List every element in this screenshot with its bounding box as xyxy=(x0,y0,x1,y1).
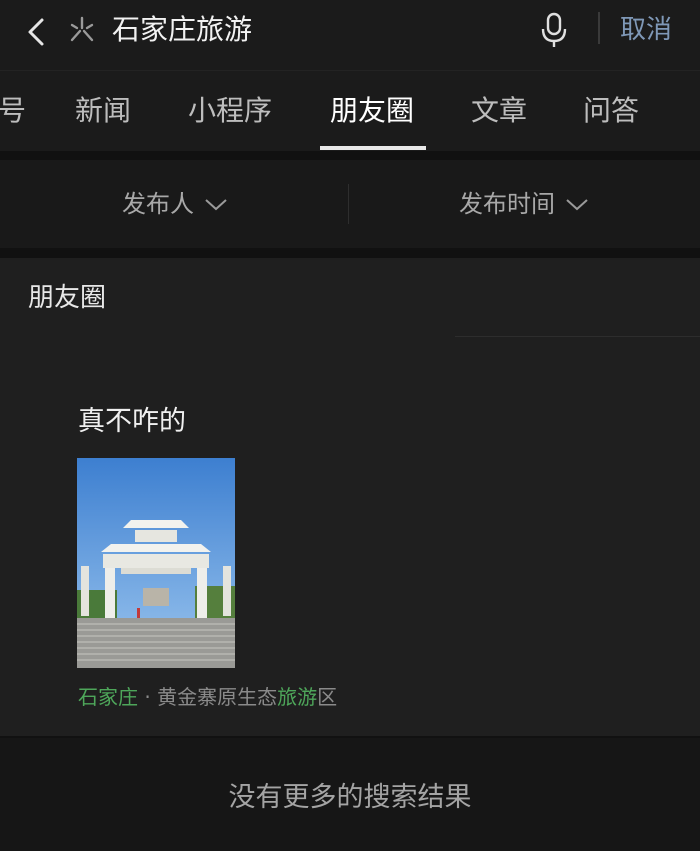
search-input[interactable]: 石家庄旅游 xyxy=(112,12,252,48)
post-photo[interactable] xyxy=(77,458,235,668)
post-text[interactable]: 真不咋的 xyxy=(78,402,186,442)
no-more-results-text: 没有更多的搜索结果 xyxy=(228,782,472,813)
chevron-down-icon xyxy=(566,199,588,211)
tab-articles[interactable]: 文章 xyxy=(471,89,527,133)
back-arrow-icon[interactable] xyxy=(18,12,58,52)
publish-time-filter[interactable]: 发布时间 xyxy=(459,182,589,226)
category-tabs: 号 新闻 小程序 朋友圈 文章 问答 xyxy=(0,70,700,151)
active-tab-indicator xyxy=(320,146,426,150)
tab-moments[interactable]: 朋友圈 xyxy=(330,89,414,133)
publisher-filter-label: 发布人 xyxy=(122,190,194,218)
results-footer: 没有更多的搜索结果 xyxy=(0,738,700,851)
location-highlight: 石家庄 xyxy=(78,685,138,709)
microphone-icon[interactable] xyxy=(536,10,572,50)
location-highlight: 旅游 xyxy=(277,685,318,709)
sparkle-search-icon xyxy=(70,16,94,42)
section-title: 朋友圈 xyxy=(28,283,107,313)
stone-gate-photo xyxy=(77,458,235,668)
location-text: 区 xyxy=(317,685,338,709)
post-location[interactable]: 石家庄 · 黄金寨原生态旅游区 xyxy=(78,682,337,712)
chevron-down-icon xyxy=(205,199,227,211)
filter-bar: 发布人 发布时间 xyxy=(0,160,700,248)
search-bar: 石家庄旅游 取消 xyxy=(0,0,700,70)
tab-official-account[interactable]: 号 xyxy=(0,89,26,133)
location-text: · 黄金寨原生态 xyxy=(138,685,278,709)
tab-news[interactable]: 新闻 xyxy=(75,89,131,133)
publish-time-filter-label: 发布时间 xyxy=(459,190,555,218)
divider xyxy=(598,12,600,44)
tab-qa[interactable]: 问答 xyxy=(583,89,639,133)
cancel-button[interactable]: 取消 xyxy=(620,12,672,48)
tab-mini-program[interactable]: 小程序 xyxy=(188,89,272,133)
publisher-filter[interactable]: 发布人 xyxy=(122,182,228,226)
moments-results: 朋友圈 真不咋的 石家庄 · 黄金寨原生态旅游区 xyxy=(0,258,700,736)
divider xyxy=(455,336,700,337)
divider xyxy=(348,184,349,224)
